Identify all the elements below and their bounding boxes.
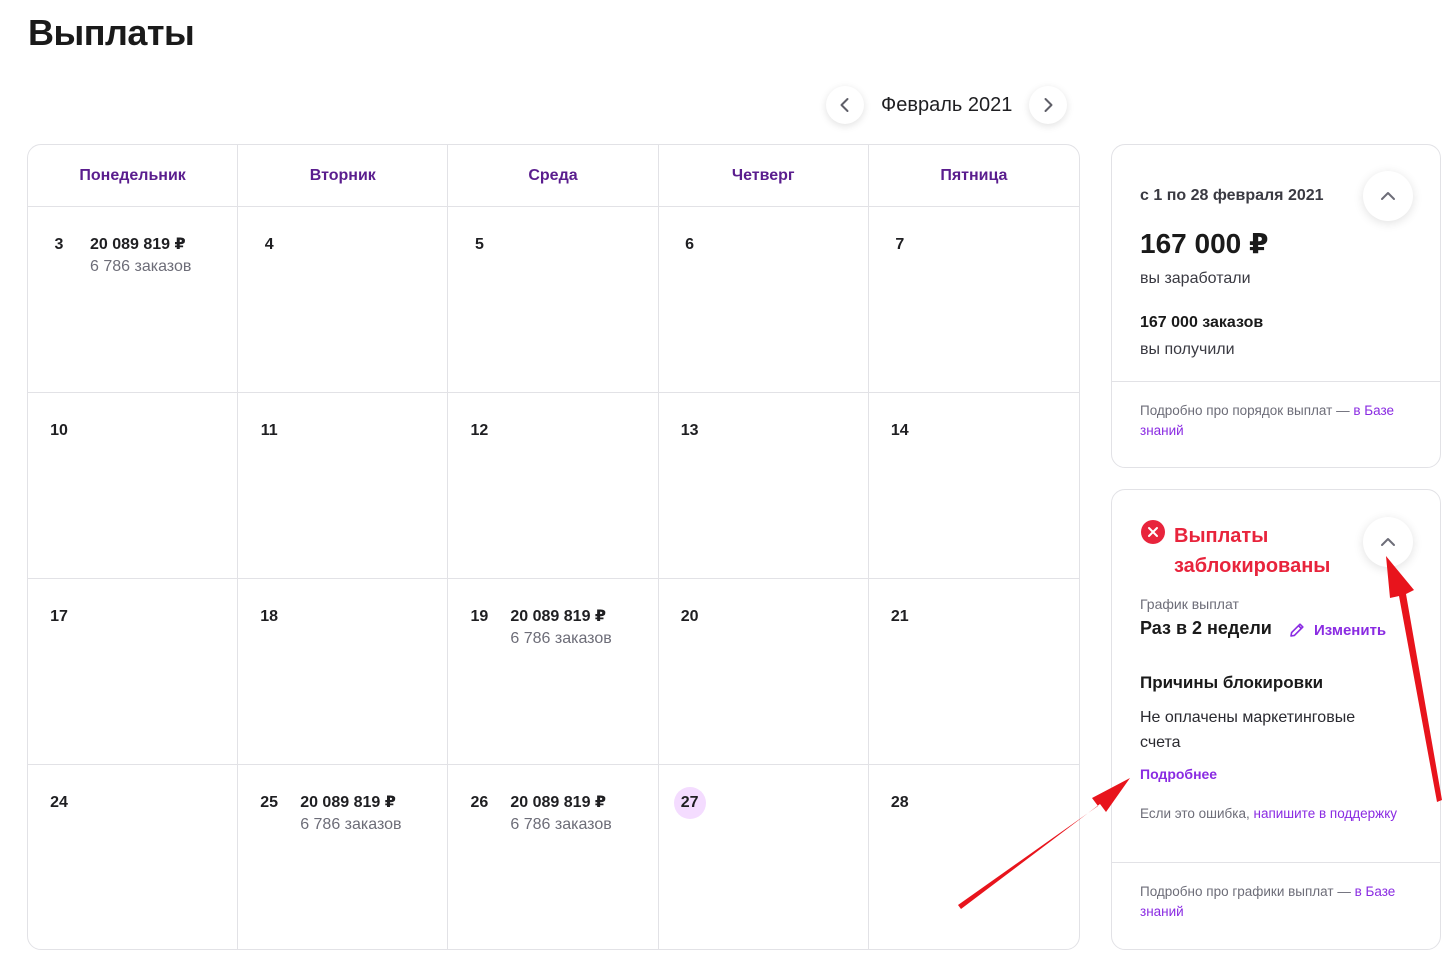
weekday-header: Понедельник Вторник Среда Четверг Пятниц…: [28, 145, 1079, 207]
payout-orders: 6 786 заказов: [510, 630, 612, 647]
collapse-summary-button[interactable]: [1363, 171, 1413, 221]
calendar-day-cell[interactable]: 5: [448, 207, 659, 393]
support-note: Если это ошибка, напишите в поддержку: [1140, 804, 1400, 824]
summary-total-caption: вы заработали: [1140, 270, 1251, 287]
day-number: 11: [260, 422, 278, 439]
today-day-number: 27: [673, 787, 706, 819]
calendar-day-cell[interactable]: 11: [238, 393, 449, 579]
day-number: 18: [260, 608, 279, 625]
calendar-day-cell[interactable]: 21: [868, 579, 1079, 765]
reasons-title: Причины блокировки: [1140, 673, 1324, 692]
calendar-day-cell[interactable]: 28: [869, 765, 1079, 949]
weekday-label: Понедельник: [28, 145, 239, 206]
day-number: 21: [890, 608, 909, 625]
payout-orders: 6 786 заказов: [510, 816, 612, 833]
calendar-day-cell[interactable]: 6: [658, 207, 869, 393]
calendar-day-cell[interactable]: 19 20 089 819 ₽ 6 786 заказов: [448, 579, 659, 765]
day-number: 19: [470, 608, 489, 625]
weekday-label: Четверг: [659, 145, 869, 206]
summary-orders: 167 000 заказов: [1140, 314, 1264, 331]
summary-period: с 1 по 28 февраля 2021: [1140, 187, 1324, 204]
divider: [1112, 862, 1440, 863]
calendar-day-cell[interactable]: 7: [868, 207, 1079, 393]
day-number: 17: [50, 608, 68, 625]
summary-footer: Подробно про порядок выплат — в Базе зна…: [1140, 401, 1420, 441]
block-reason: Не оплачены маркетинговые счета: [1140, 709, 1356, 751]
payout-amount: 20 089 819 ₽: [90, 236, 186, 253]
more-details-link[interactable]: Подробнее: [1140, 766, 1217, 782]
day-number: 20: [680, 608, 699, 625]
payout-orders: 6 786 заказов: [90, 258, 192, 275]
payout-entry: 20 089 819 ₽ 6 786 заказов: [90, 229, 191, 276]
day-number: 24: [50, 794, 68, 811]
calendar-day-cell[interactable]: 14: [868, 393, 1079, 579]
calendar-day-cell[interactable]: 4: [238, 207, 449, 393]
month-navigator: Февраль 2021: [826, 84, 1068, 126]
calendar-day-cell[interactable]: 12: [448, 393, 659, 579]
calendar-day-cell[interactable]: 17: [28, 579, 239, 765]
summary-orders-caption: вы получили: [1140, 341, 1235, 358]
day-number: 5: [474, 236, 484, 253]
payout-amount: 20 089 819 ₽: [510, 794, 607, 811]
error-icon: [1141, 520, 1165, 544]
blocked-title: Выплаты заблокированы: [1174, 525, 1331, 577]
edit-schedule-label: Изменить: [1314, 621, 1387, 639]
calendar-day-cell[interactable]: 18: [238, 579, 449, 765]
day-number: 4: [264, 236, 274, 253]
calendar-day-cell[interactable]: 20: [658, 579, 869, 765]
weekday-label: Среда: [448, 145, 659, 206]
schedule-label: График выплат: [1140, 596, 1239, 612]
chevron-up-icon: [1381, 192, 1395, 200]
support-text: Если это ошибка,: [1140, 806, 1254, 821]
day-number: 3: [54, 236, 64, 253]
blocked-footer: Подробно про графики выплат — в Базе зна…: [1140, 882, 1420, 922]
day-number: 13: [680, 422, 699, 439]
calendar-grid: 3 20 089 819 ₽ 6 786 заказов 4 5 6 7 10 11 12 13 14…: [28, 207, 1079, 949]
day-number: 12: [470, 422, 489, 439]
schedule-value: Раз в 2 недели: [1140, 618, 1272, 638]
calendar-day-cell[interactable]: 10: [28, 393, 239, 579]
edit-schedule-link[interactable]: Изменить: [1288, 621, 1386, 639]
day-number: 26: [470, 794, 489, 811]
blocked-payouts-card: Выплаты заблокированы График выплат Раз …: [1111, 489, 1441, 950]
calendar-day-cell[interactable]: 24: [28, 765, 239, 949]
contact-support-link[interactable]: напишите в поддержку: [1253, 806, 1397, 821]
summary-total: 167 000 ₽: [1140, 228, 1269, 259]
calendar-day-cell[interactable]: 13: [658, 393, 869, 579]
divider: [1112, 381, 1440, 382]
calendar-day-cell[interactable]: 26 20 089 819 ₽ 6 786 заказов: [448, 765, 659, 949]
current-month-label: Февраль 2021: [881, 93, 1013, 116]
day-number: 14: [890, 422, 909, 439]
chevron-up-icon: [1381, 538, 1395, 546]
collapse-blocked-button[interactable]: [1363, 517, 1413, 567]
summary-card: с 1 по 28 февраля 2021 167 000 ₽ вы зара…: [1111, 144, 1441, 468]
calendar-day-cell[interactable]: 25 20 089 819 ₽ 6 786 заказов: [238, 765, 449, 949]
weekday-label: Пятница: [940, 166, 1008, 184]
summary-footer-text: Подробно про порядок выплат —: [1140, 403, 1354, 418]
payout-amount: 20 089 819 ₽: [300, 794, 396, 811]
day-number: 28: [890, 794, 909, 811]
chevron-left-icon: [840, 98, 849, 112]
prev-month-button[interactable]: [826, 86, 864, 124]
weekday-label: Вторник: [238, 145, 449, 206]
blocked-footer-text: Подробно про графики выплат —: [1140, 884, 1355, 899]
day-number: 10: [50, 422, 68, 439]
payout-calendar: Понедельник Вторник Среда Четверг Пятниц…: [27, 144, 1080, 950]
next-month-button[interactable]: [1029, 86, 1068, 124]
day-number: 25: [260, 794, 279, 811]
pencil-icon: [1290, 623, 1304, 637]
calendar-day-cell[interactable]: 27: [659, 765, 869, 949]
page-title: Выплаты: [28, 12, 195, 53]
chevron-right-icon: [1044, 98, 1053, 112]
day-number: 7: [895, 236, 905, 253]
payout-entry: 20 089 819 ₽ 6 786 заказов: [510, 787, 611, 834]
calendar-day-cell[interactable]: 3 20 089 819 ₽ 6 786 заказов: [28, 207, 239, 393]
payout-entry: 20 089 819 ₽ 6 786 заказов: [300, 787, 401, 834]
payout-amount: 20 089 819 ₽: [510, 608, 607, 625]
payout-entry: 20 089 819 ₽ 6 786 заказов: [510, 601, 611, 648]
payout-orders: 6 786 заказов: [300, 816, 402, 833]
day-number: 6: [685, 236, 695, 253]
